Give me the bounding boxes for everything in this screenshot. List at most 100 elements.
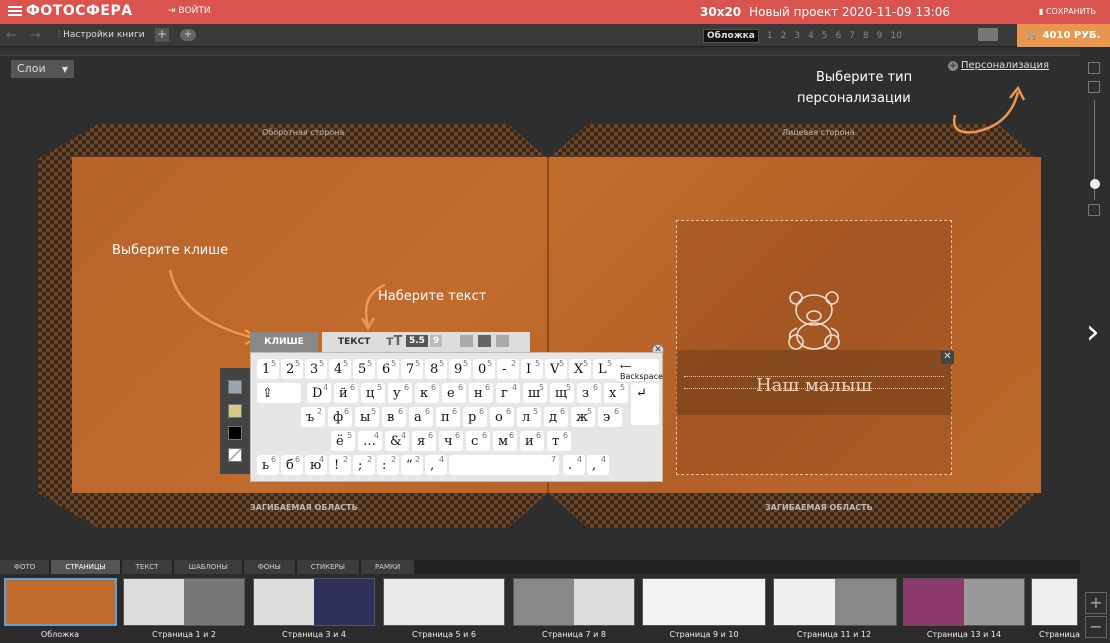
key[interactable]: с6 — [466, 431, 490, 451]
swatch-silver[interactable] — [228, 380, 242, 394]
tab-backgrounds[interactable]: ФОНЫ — [243, 560, 295, 574]
menu-icon[interactable] — [8, 6, 22, 16]
key[interactable]: :2 — [377, 455, 399, 475]
key[interactable]: о6 — [490, 407, 514, 427]
page-link[interactable]: 6 — [836, 31, 842, 41]
key[interactable]: ю4 — [305, 455, 327, 475]
thumb-page[interactable] — [903, 578, 1025, 626]
tab-text-bottom[interactable]: ТЕКСТ — [121, 560, 173, 574]
key[interactable]: … 4 — [358, 431, 382, 451]
key[interactable]: 55 — [353, 359, 375, 379]
page-link[interactable]: 7 — [849, 31, 855, 41]
zoom-slider-handle[interactable] — [1090, 179, 1100, 189]
fit-icon[interactable] — [1088, 204, 1100, 216]
key[interactable]: л5 — [517, 407, 541, 427]
key[interactable]: D4 — [307, 383, 331, 403]
redo-icon[interactable]: → — [30, 28, 41, 43]
close-icon[interactable]: ✕ — [941, 351, 954, 364]
page-link[interactable]: 2 — [781, 31, 787, 41]
key[interactable]: 35 — [305, 359, 327, 379]
key[interactable]: 65 — [377, 359, 399, 379]
key[interactable]: у6 — [388, 383, 412, 403]
key[interactable]: а6 — [409, 407, 433, 427]
cliche-text[interactable]: Наш малыш — [676, 375, 952, 396]
layers-dropdown[interactable]: Слои ▼ — [11, 60, 74, 78]
page-link[interactable]: 5 — [822, 31, 828, 41]
price-button[interactable]: 🛒 4010 РУБ. — [1017, 24, 1110, 47]
key[interactable]: н6 — [469, 383, 493, 403]
key[interactable]: и6 — [520, 431, 544, 451]
key[interactable]: -2 — [497, 359, 519, 379]
key[interactable]: ,4 — [587, 455, 609, 475]
enter-key[interactable]: ↵ — [631, 383, 659, 425]
page-link[interactable]: 1 — [767, 31, 773, 41]
key[interactable]: .4 — [563, 455, 585, 475]
page-cover[interactable]: Обложка — [703, 29, 759, 43]
thumb-page[interactable] — [642, 578, 766, 626]
key[interactable]: & 4 — [385, 431, 409, 451]
tab-text[interactable]: ТЕКСТ тT 5.5 9 — [322, 332, 530, 352]
font-size-option[interactable]: 9 — [430, 335, 443, 347]
page-link[interactable]: 9 — [877, 31, 883, 41]
next-page-icon[interactable]: › — [1086, 315, 1100, 349]
key[interactable]: ф6 — [328, 407, 352, 427]
swatch-black[interactable] — [228, 426, 242, 440]
key[interactable]: э6 — [598, 407, 622, 427]
tab-photo[interactable]: ФОТО — [0, 560, 50, 574]
login-button[interactable]: ⇥ ВОЙТИ — [168, 6, 211, 16]
swatch-gold[interactable] — [228, 404, 242, 418]
page-link[interactable]: 4 — [808, 31, 814, 41]
key[interactable]: 7 — [449, 455, 559, 475]
key[interactable]: X5 — [569, 359, 591, 379]
thumb-page[interactable] — [383, 578, 505, 626]
thumb-cover[interactable] — [4, 578, 117, 626]
key[interactable]: ё5 — [331, 431, 355, 451]
keyboard-icon[interactable] — [978, 28, 998, 41]
page-link[interactable]: 10 — [890, 31, 901, 41]
key[interactable]: з6 — [577, 383, 601, 403]
tab-pages[interactable]: СТРАНИЦЫ — [51, 560, 120, 574]
key[interactable]: п6 — [436, 407, 460, 427]
zoom-in-icon[interactable]: + — [1085, 592, 1107, 614]
tab-frames[interactable]: РАМКИ — [360, 560, 415, 574]
key[interactable]: м6 — [493, 431, 517, 451]
backspace-key[interactable]: ⟵ Backspace — [615, 359, 663, 381]
key[interactable]: 15 — [257, 359, 279, 379]
key[interactable]: я6 — [412, 431, 436, 451]
key[interactable]: й6 — [334, 383, 358, 403]
key[interactable]: ; 2 — [353, 455, 375, 475]
add-page-icon[interactable]: + — [155, 28, 169, 42]
key[interactable]: ш5 — [523, 383, 547, 403]
thumb-page[interactable] — [1031, 578, 1078, 626]
key[interactable]: р6 — [463, 407, 487, 427]
caps-key[interactable]: ⇪ — [257, 383, 301, 403]
align-left-icon[interactable] — [460, 335, 473, 347]
key[interactable]: ‚ 4 — [425, 455, 447, 475]
fullscreen-icon[interactable] — [1088, 81, 1100, 93]
key[interactable]: ц5 — [361, 383, 385, 403]
key[interactable]: к6 — [415, 383, 439, 403]
key[interactable]: г4 — [496, 383, 520, 403]
align-center-icon[interactable] — [478, 335, 491, 347]
key[interactable]: ч6 — [439, 431, 463, 451]
key[interactable]: ы5 — [355, 407, 379, 427]
thumb-page[interactable] — [123, 578, 245, 626]
key[interactable]: ь6 — [257, 455, 279, 475]
key[interactable]: 95 — [449, 359, 471, 379]
key[interactable]: 45 — [329, 359, 351, 379]
tab-klishe[interactable]: КЛИШЕ — [250, 332, 318, 352]
key[interactable]: 05 — [473, 359, 495, 379]
key[interactable]: I5 — [521, 359, 543, 379]
export-icon[interactable] — [1088, 62, 1100, 74]
zoom-out-icon[interactable]: − — [1085, 616, 1107, 638]
add-photo-icon[interactable]: + — [180, 29, 196, 41]
key[interactable]: д6 — [544, 407, 568, 427]
key[interactable]: 85 — [425, 359, 447, 379]
swatch-none[interactable] — [228, 448, 242, 462]
thumb-page[interactable] — [513, 578, 635, 626]
page-link[interactable]: 8 — [863, 31, 869, 41]
key[interactable]: 25 — [281, 359, 303, 379]
book-settings-button[interactable]: ⫶ Настройки книги — [58, 30, 145, 40]
key[interactable]: щ5 — [550, 383, 574, 403]
save-button[interactable]: ▮ СОХРАНИТЬ — [1039, 7, 1096, 16]
